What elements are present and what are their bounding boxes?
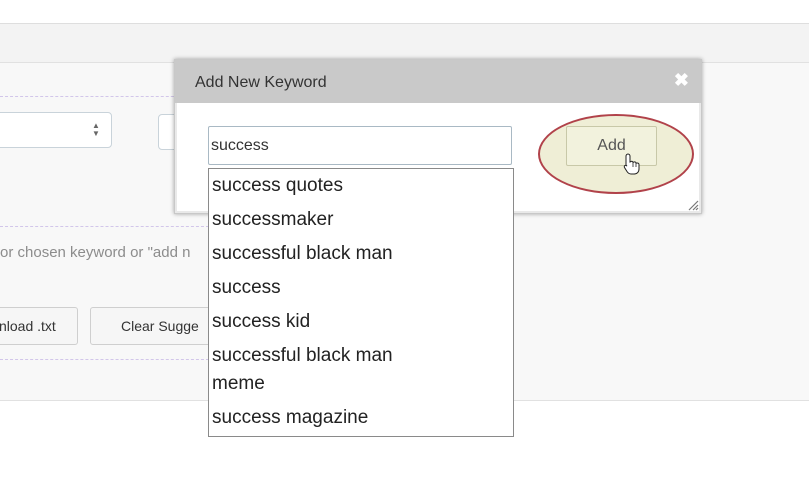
suggestion-item[interactable]: success quotes (209, 169, 513, 203)
download-label: nload .txt (0, 318, 56, 334)
header-band (0, 24, 809, 63)
suggestion-item[interactable]: success (209, 271, 513, 305)
hand-pointer-icon (623, 153, 640, 175)
keyword-select[interactable]: ▲ ▼ (0, 112, 112, 148)
suggestion-list: success quotes successmaker successful b… (208, 168, 514, 437)
suggestion-item[interactable]: success kid (209, 305, 513, 339)
select-arrows-icon: ▲ ▼ (92, 121, 100, 138)
dialog-title: Add New Keyword (195, 74, 327, 91)
suggestion-item[interactable]: successmaker (209, 203, 513, 237)
clear-label: Clear Sugge (121, 318, 199, 334)
suggestion-item[interactable]: successful black man meme (209, 339, 435, 401)
suggestion-item[interactable]: success magazine (209, 401, 513, 435)
resize-handle-icon[interactable] (687, 199, 699, 211)
dialog-header: Add New Keyword ✖ (175, 60, 701, 103)
add-button[interactable]: Add (566, 126, 657, 166)
close-icon[interactable]: ✖ (674, 70, 689, 91)
suggestion-item[interactable]: successful black man (209, 237, 513, 271)
hint-text: or chosen keyword or "add n (0, 244, 191, 261)
keyword-input[interactable] (208, 126, 512, 165)
download-txt-button[interactable]: nload .txt (0, 307, 78, 345)
top-bar (0, 0, 809, 24)
